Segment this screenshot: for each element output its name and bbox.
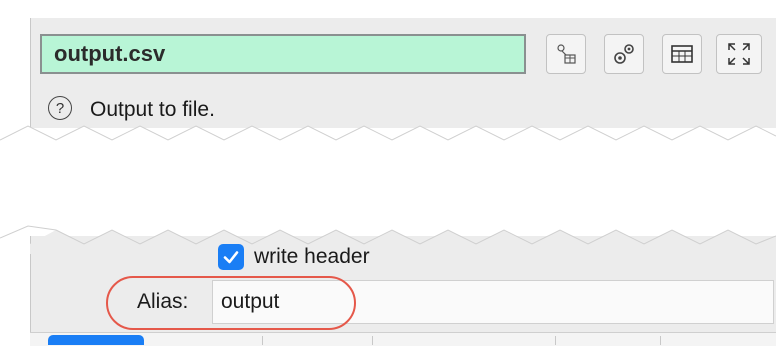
tab-divider — [372, 336, 373, 345]
tab-active[interactable] — [48, 335, 144, 345]
table-view-button[interactable] — [662, 34, 702, 74]
write-header-checkbox[interactable] — [218, 244, 244, 270]
torn-edge-top — [0, 125, 776, 158]
settings-button[interactable] — [604, 34, 644, 74]
settings-gears-icon — [614, 44, 634, 64]
tab-divider — [262, 336, 263, 345]
checkmark-icon — [223, 251, 239, 264]
tab-divider — [555, 336, 556, 345]
filename-field[interactable]: output.csv — [40, 34, 526, 74]
filename-text: output.csv — [54, 41, 166, 66]
tab-divider — [660, 336, 661, 345]
torn-edge-bottom — [0, 225, 776, 254]
table-view-icon — [671, 45, 693, 63]
write-header-label: write header — [254, 245, 370, 268]
alias-input[interactable] — [212, 280, 774, 324]
node-connection-button[interactable] — [546, 34, 586, 74]
alias-label: Alias: — [137, 290, 189, 313]
help-icon[interactable]: ? — [48, 96, 72, 120]
node-connection-icon — [557, 44, 576, 64]
expand-icon — [728, 43, 750, 65]
expand-button[interactable] — [716, 34, 762, 74]
